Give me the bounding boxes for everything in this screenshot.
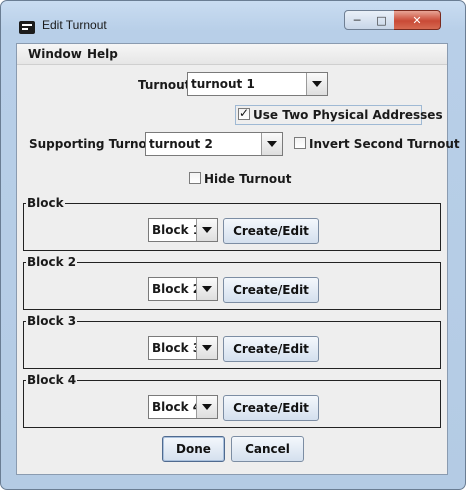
chevron-down-icon[interactable] bbox=[196, 219, 217, 241]
block-2-legend: Block 2 bbox=[26, 255, 78, 269]
block-4-panel: Block 4 Block 4 Create/Edit bbox=[23, 373, 441, 428]
block-3-select[interactable]: Block 3 bbox=[148, 336, 218, 360]
block-1-panel: Block Block 1 Create/Edit bbox=[23, 196, 441, 251]
block-2-panel: Block 2 Block 2 Create/Edit bbox=[23, 255, 441, 310]
menu-window[interactable]: Window bbox=[28, 47, 82, 61]
use-two-addresses-label[interactable]: Use Two Physical Addresses bbox=[253, 108, 443, 122]
block-4-select-value: Block 4 bbox=[152, 400, 202, 414]
minimize-button[interactable]: ─ bbox=[344, 10, 370, 30]
hide-turnout-checkbox[interactable] bbox=[189, 172, 201, 184]
supporting-turnout-select[interactable]: turnout 2 bbox=[145, 132, 283, 156]
done-button[interactable]: Done bbox=[162, 436, 225, 462]
turnout-select-value: turnout 1 bbox=[191, 77, 255, 91]
block-3-select-value: Block 3 bbox=[152, 341, 202, 355]
block-4-create-edit-button[interactable]: Create/Edit bbox=[223, 395, 319, 421]
dialog-content: Window Help Turnout: turnout 1 Use Two P… bbox=[16, 43, 460, 475]
block-3-panel: Block 3 Block 3 Create/Edit bbox=[23, 314, 441, 369]
window-title: Edit Turnout bbox=[42, 18, 107, 32]
chevron-down-icon[interactable] bbox=[306, 73, 327, 95]
invert-second-turnout-checkbox[interactable] bbox=[294, 137, 306, 149]
chevron-down-icon[interactable] bbox=[196, 278, 217, 300]
block-1-legend: Block bbox=[26, 196, 65, 210]
block-4-select[interactable]: Block 4 bbox=[148, 395, 218, 419]
block-4-legend: Block 4 bbox=[26, 373, 78, 387]
maximize-button[interactable]: □ bbox=[369, 10, 395, 30]
title-bar[interactable]: Edit Turnout ─ □ ✕ bbox=[1, 1, 465, 39]
block-2-select-value: Block 2 bbox=[152, 282, 202, 296]
block-1-create-edit-button[interactable]: Create/Edit bbox=[223, 218, 319, 244]
block-2-create-edit-button[interactable]: Create/Edit bbox=[223, 277, 319, 303]
block-3-create-edit-button[interactable]: Create/Edit bbox=[223, 336, 319, 362]
hide-turnout-label[interactable]: Hide Turnout bbox=[204, 172, 291, 186]
block-3-legend: Block 3 bbox=[26, 314, 78, 328]
menu-help[interactable]: Help bbox=[87, 47, 118, 61]
edit-turnout-window: Edit Turnout ─ □ ✕ Window Help Turnout: … bbox=[0, 0, 466, 490]
chevron-down-icon[interactable] bbox=[261, 133, 282, 155]
chevron-down-icon[interactable] bbox=[196, 396, 217, 418]
supporting-turnout-select-value: turnout 2 bbox=[149, 137, 213, 151]
block-2-select[interactable]: Block 2 bbox=[148, 277, 218, 301]
invert-second-turnout-label[interactable]: Invert Second Turnout bbox=[309, 137, 460, 151]
block-1-select-value: Block 1 bbox=[152, 223, 202, 237]
use-two-addresses-checkbox[interactable] bbox=[238, 106, 250, 120]
menu-bar: Window Help bbox=[17, 44, 447, 65]
cancel-button[interactable]: Cancel bbox=[231, 436, 304, 462]
chevron-down-icon[interactable] bbox=[196, 337, 217, 359]
turnout-select[interactable]: turnout 1 bbox=[187, 72, 328, 96]
block-1-select[interactable]: Block 1 bbox=[148, 218, 218, 242]
turnout-app-icon bbox=[19, 21, 35, 34]
close-button[interactable]: ✕ bbox=[394, 10, 441, 30]
